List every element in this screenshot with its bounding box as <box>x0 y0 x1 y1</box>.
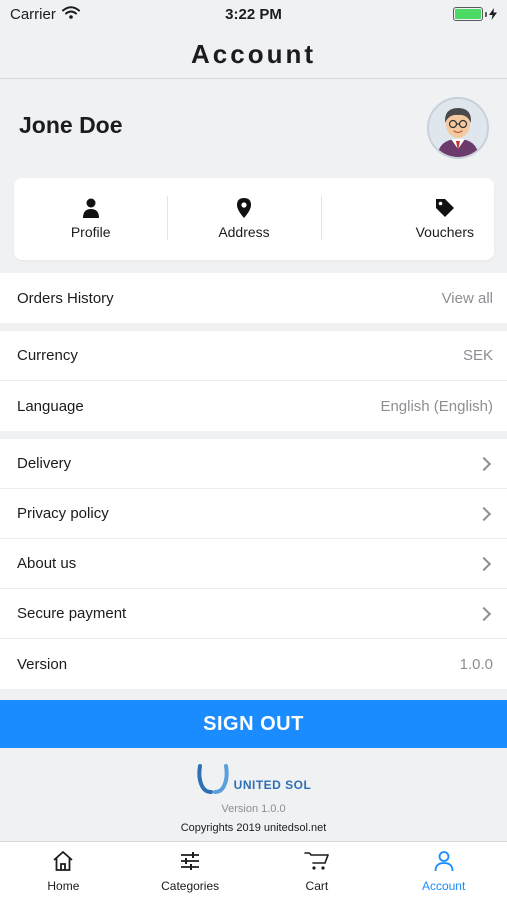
charging-bolt-icon <box>489 8 497 20</box>
chevron-right-icon <box>476 606 492 621</box>
vouchers-label: Vouchers <box>415 224 474 240</box>
tab-home-label: Home <box>47 879 80 893</box>
language-label: Language <box>17 397 84 415</box>
carrier-label: Carrier <box>10 5 56 23</box>
header-divider <box>0 78 507 79</box>
status-bar: Carrier 3:22 PM <box>0 0 507 28</box>
view-all-link[interactable]: View all <box>442 290 493 307</box>
orders-history-row[interactable]: Orders History View all <box>0 273 507 323</box>
battery-icon <box>453 7 497 21</box>
home-icon <box>53 851 73 871</box>
tag-icon <box>435 199 454 217</box>
chevron-right-icon <box>476 556 492 571</box>
language-row[interactable]: Language English (English) <box>0 381 507 431</box>
tab-account[interactable]: Account <box>380 842 507 900</box>
settings-section: Currency SEK Language English (English) <box>0 331 507 431</box>
orders-section: Orders History View all <box>0 273 507 323</box>
info-section: Delivery Privacy policy About us Secure … <box>0 439 507 689</box>
united-sol-logo-icon <box>197 764 229 794</box>
version-value: 1.0.0 <box>459 655 493 673</box>
location-pin-icon <box>236 198 251 218</box>
tab-bar: Home Categories Cart Account <box>0 841 507 900</box>
tab-cart[interactable]: Cart <box>254 842 381 900</box>
currency-value: SEK <box>462 347 493 364</box>
footer-version: Version 1.0.0 <box>221 803 286 815</box>
privacy-policy-row[interactable]: Privacy policy <box>0 489 507 539</box>
tab-cart-label: Cart <box>305 879 329 893</box>
vouchers-button[interactable]: Vouchers <box>320 178 494 260</box>
currency-row[interactable]: Currency SEK <box>0 331 507 381</box>
brand-name: UNITED SOL <box>233 778 312 792</box>
currency-label: Currency <box>17 347 78 364</box>
delivery-label: Delivery <box>17 455 72 472</box>
brand-logo: UNITED SOL <box>0 764 507 794</box>
tab-home[interactable]: Home <box>0 842 127 900</box>
orders-history-label: Orders History <box>17 289 114 307</box>
status-left: Carrier <box>10 6 80 23</box>
tab-categories-label: Categories <box>161 879 220 893</box>
tab-categories[interactable]: Categories <box>127 842 254 900</box>
chevron-right-icon <box>476 506 492 521</box>
user-name: Jone Doe <box>19 112 123 138</box>
about-us-label: About us <box>17 555 77 572</box>
person-outline-icon <box>434 851 454 872</box>
avatar-illustration <box>429 99 487 157</box>
sign-out-button[interactable]: SIGN OUT <box>0 700 507 748</box>
footer-copyright: Copyrights 2019 unitedsol.net <box>180 822 327 834</box>
page-title: Account <box>191 39 316 69</box>
profile-label: Profile <box>70 224 111 240</box>
secure-payment-label: Secure payment <box>17 605 127 622</box>
privacy-policy-label: Privacy policy <box>17 505 109 522</box>
language-value: English (English) <box>380 397 493 415</box>
about-us-row[interactable]: About us <box>0 539 507 589</box>
wifi-icon <box>61 5 80 23</box>
version-row: Version 1.0.0 <box>0 639 507 689</box>
person-icon <box>82 198 99 218</box>
version-label: Version <box>17 655 68 673</box>
address-button[interactable]: Address <box>167 178 320 260</box>
quick-actions-card: Profile Address Vouchers <box>14 178 494 260</box>
sliders-icon <box>181 852 200 870</box>
address-label: Address <box>218 224 270 240</box>
secure-payment-row[interactable]: Secure payment <box>0 589 507 639</box>
avatar[interactable] <box>427 97 489 159</box>
tab-account-label: Account <box>421 879 466 893</box>
delivery-row[interactable]: Delivery <box>0 439 507 489</box>
profile-button[interactable]: Profile <box>14 178 167 260</box>
cart-icon <box>304 852 329 870</box>
chevron-right-icon <box>476 456 492 471</box>
